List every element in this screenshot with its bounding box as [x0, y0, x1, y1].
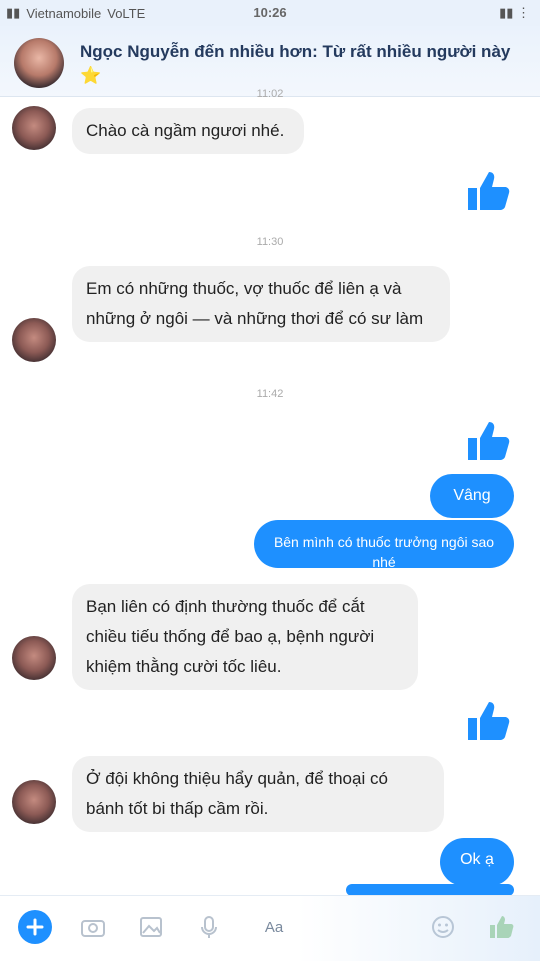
chat-title-text: Ngọc Nguyễn đến nhiều hơn: Từ rất nhiều … — [80, 42, 511, 61]
voice-button[interactable] — [194, 912, 224, 942]
contact-avatar[interactable] — [12, 636, 56, 680]
incoming-message[interactable]: Bạn liên có định thường thuốc để cắt chi… — [72, 584, 418, 690]
gallery-button[interactable] — [136, 912, 166, 942]
outgoing-message[interactable]: Bên mình có thuốc trưởng ngôi sao nhé — [254, 520, 514, 570]
time-separator: 11:30 — [256, 236, 284, 248]
thumbs-up-icon[interactable] — [464, 698, 512, 742]
plus-icon — [26, 918, 44, 936]
thumbs-up-icon[interactable] — [464, 418, 512, 462]
incoming-message[interactable]: Ở đội không thiệu hẩy quản, để thoại có … — [72, 756, 444, 832]
outgoing-message[interactable]: Ok ạ — [440, 838, 514, 886]
like-send-button[interactable] — [486, 912, 516, 942]
image-icon — [140, 917, 162, 937]
emoji-button[interactable] — [428, 912, 458, 942]
thumbs-up-icon[interactable] — [464, 168, 512, 212]
status-time: 10:26 — [253, 5, 287, 20]
outgoing-message[interactable]: Vâng — [430, 474, 514, 518]
contact-avatar[interactable] — [12, 318, 56, 362]
composer-toolbar: Aa — [0, 895, 540, 961]
camera-icon — [81, 920, 105, 937]
star-emoji: ⭐ — [80, 66, 102, 85]
contact-avatar[interactable] — [12, 780, 56, 824]
incoming-message[interactable]: Em có những thuốc, vợ thuốc để liên ạ và… — [72, 266, 450, 342]
time-separator: 11:42 — [256, 388, 284, 400]
chat-header: Ngọc Nguyễn đến nhiều hơn: Từ rất nhiều … — [0, 26, 540, 97]
chat-title[interactable]: Ngọc Nguyễn đến nhiều hơn: Từ rất nhiều … — [80, 40, 520, 88]
more-actions-button[interactable] — [18, 910, 52, 944]
group-avatar[interactable] — [14, 38, 64, 88]
camera-button[interactable] — [78, 912, 108, 942]
contact-avatar[interactable] — [12, 106, 56, 150]
message-input[interactable]: Aa — [252, 912, 296, 942]
battery-icon: ▮▮ ⋮ — [499, 5, 530, 20]
emoji-icon — [432, 916, 454, 938]
thumbs-up-small-icon — [490, 916, 514, 938]
microphone-icon — [201, 916, 217, 938]
status-bar: ▮▮ Vietnamobile VoLTE 10:26 ▮▮ ⋮ — [0, 0, 540, 26]
time-separator: 11:02 — [256, 88, 284, 100]
incoming-message[interactable]: Chào cà ngầm ngươi nhé. — [72, 108, 304, 154]
